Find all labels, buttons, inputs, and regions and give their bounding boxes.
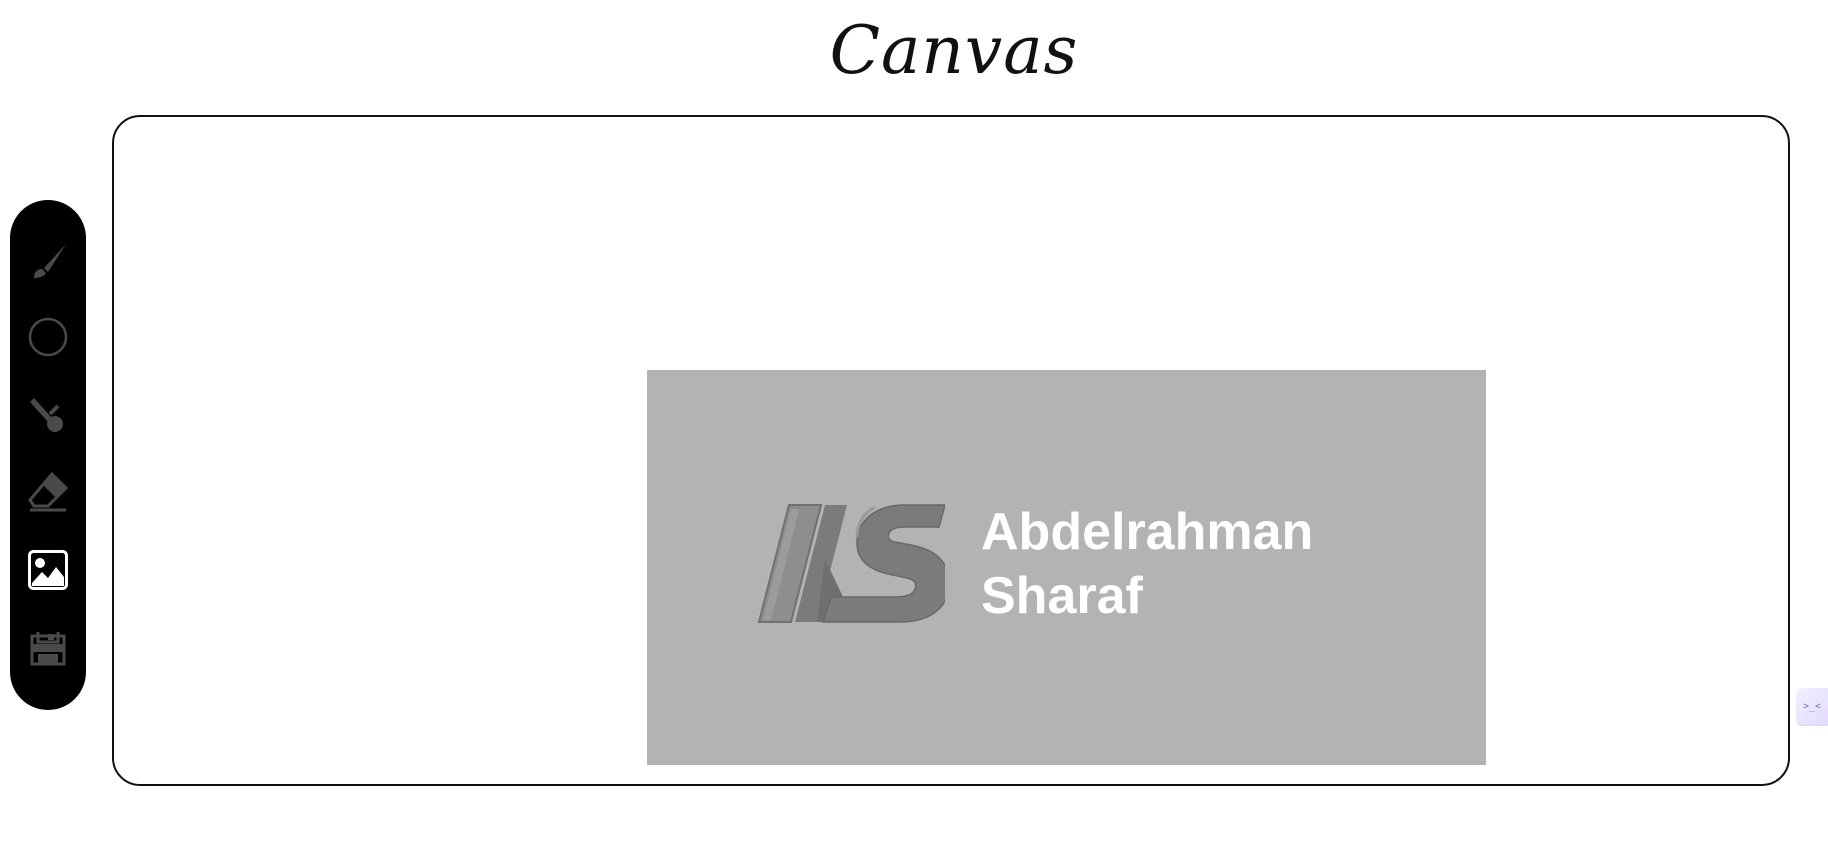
eraser-tool-button[interactable] xyxy=(28,472,68,512)
logo-text-line1: Abdelrahman xyxy=(981,503,1314,561)
assistant-widget-tab[interactable]: >_< xyxy=(1796,688,1828,726)
tool-sidebar xyxy=(10,200,86,710)
color-picker-tool-button[interactable] xyxy=(28,394,68,434)
brush-tool-button[interactable] xyxy=(28,242,68,282)
logo-mark-icon: AS xyxy=(757,504,945,623)
image-tool-button[interactable] xyxy=(28,550,68,590)
circle-icon xyxy=(28,317,68,357)
drawing-canvas[interactable]: AS Abdelrahman Sharaf xyxy=(112,115,1790,786)
save-tool-button[interactable] xyxy=(28,628,68,668)
page-title: Canvas xyxy=(829,12,1079,89)
image-icon xyxy=(28,550,68,590)
eraser-icon xyxy=(28,472,68,512)
eyedropper-icon xyxy=(30,398,63,432)
logo-text: Abdelrahman Sharaf xyxy=(981,500,1313,628)
save-icon xyxy=(30,632,66,666)
shape-tool-button[interactable] xyxy=(28,317,68,357)
logo-text-line2: Sharaf xyxy=(981,567,1143,625)
brush-icon xyxy=(34,244,66,278)
placed-image[interactable]: AS Abdelrahman Sharaf xyxy=(647,370,1486,765)
